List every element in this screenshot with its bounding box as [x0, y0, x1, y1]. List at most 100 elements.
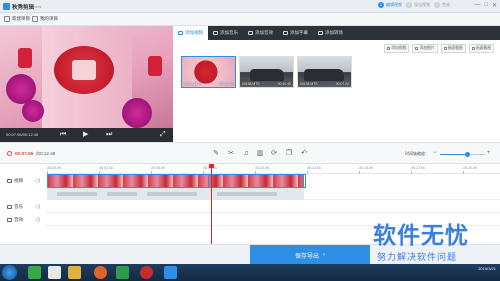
rotate-icon[interactable]: ⟳ [270, 150, 278, 158]
zoom-out-icon[interactable]: − [433, 150, 437, 156]
tab-add-video[interactable]: 添加视频 [173, 26, 208, 40]
media-panel: 添加视频 添加音乐 添加音效 添加字幕 添加转场 添加视频 添加图片 画面截图 … [173, 26, 500, 142]
watermark-title: 软件无忧 [373, 223, 469, 249]
firefox-icon[interactable] [94, 266, 107, 279]
title-bar: 秋秀剪辑 Beta 1 编辑视频 2 导出视频 3 完成 — □ ✕ [0, 0, 500, 13]
screenshot-icon [443, 47, 447, 50]
play-icon[interactable]: ▶ [83, 131, 88, 139]
car-image [304, 69, 344, 81]
undo-icon[interactable]: ↶ [300, 150, 308, 158]
volume-icon[interactable]: ◁) [34, 204, 40, 210]
my-projects-button[interactable]: 我的项目 [32, 16, 58, 22]
car-image [250, 69, 284, 81]
new-project-button[interactable]: 新建项目 [4, 16, 30, 22]
tab-add-sound-effect[interactable]: 添加音效 [243, 26, 278, 40]
zoom-fill [440, 154, 467, 155]
decoration-center [72, 60, 96, 80]
fullscreen-icon[interactable]: ⤢ [160, 131, 166, 139]
playhead-handle[interactable] [209, 164, 214, 168]
volume-icon[interactable]: ◁) [34, 178, 40, 184]
save-export-button[interactable]: 保存导出 › [250, 245, 370, 265]
my-projects-label: 我的项目 [40, 16, 58, 21]
delete-icon[interactable]: ▥ [256, 150, 264, 158]
step-label: 编辑视频 [386, 2, 402, 7]
taskbar-app-icon[interactable] [140, 266, 153, 279]
clip-thumbnail[interactable]: 00138.MTS 00:10.49 [239, 56, 294, 88]
tray-date: 2019/3/21 [478, 266, 496, 271]
tab-label: 添加转场 [325, 30, 343, 35]
clip-duration: 00:10.49 [277, 82, 291, 86]
new-project-label: 新建项目 [12, 16, 30, 21]
flower-decoration [22, 100, 44, 122]
clip-library: 00093.MTS 00:12.48 00138.MTS 00:10.49 00… [181, 56, 352, 88]
next-frame-icon[interactable]: ⏭ [106, 131, 112, 139]
previous-frame-icon[interactable]: ⏮ [60, 131, 66, 139]
video-preview[interactable] [0, 26, 173, 128]
windows-taskbar: 2019/3/21 [0, 264, 500, 281]
music-track-icon [7, 205, 12, 209]
volume-icon[interactable]: ◁) [34, 217, 40, 223]
step-indicator: 1 编辑视频 2 导出视频 3 完成 [378, 2, 450, 8]
screenshot-button[interactable]: 画面截图 [440, 44, 466, 53]
folder-icon[interactable] [68, 266, 81, 279]
watermark-subtitle: 努力解决软件问题 [377, 253, 458, 263]
screenshot-button[interactable]: 画面截图 [468, 44, 494, 53]
taskbar-app-icon[interactable] [48, 266, 61, 279]
video-editor-taskbar-icon[interactable] [164, 266, 177, 279]
timeline-ruler[interactable]: 00:00.00 00:02.50 00:05.00 00:07.50 00:10.00… [45, 164, 500, 174]
zoom-slider[interactable] [440, 152, 485, 157]
step-done[interactable]: 3 完成 [434, 2, 450, 8]
transition-icon [318, 31, 323, 35]
clip-thumbnail[interactable]: 00093.MTS 00:12.48 [181, 56, 236, 88]
ruler-tick-label: 00:10.00 [255, 166, 269, 170]
zoom-label: 时间轴缩放： [405, 151, 429, 156]
step-number: 1 [378, 2, 384, 8]
taskbar-app-icon[interactable] [28, 266, 41, 279]
audio-waveform[interactable] [47, 188, 304, 200]
waveform-segment [217, 192, 277, 196]
copy-icon[interactable]: ❐ [285, 150, 293, 158]
music-track[interactable] [45, 201, 500, 213]
image-icon [415, 47, 419, 50]
step-edit[interactable]: 1 编辑视频 [378, 2, 402, 8]
start-button[interactable] [2, 265, 17, 280]
clip-duration: 00:07.20 [335, 82, 349, 86]
track-name: 音效 [14, 217, 24, 222]
add-video-button[interactable]: 添加视频 [384, 44, 410, 53]
step-export[interactable]: 2 导出视频 [406, 2, 430, 8]
tab-add-transition[interactable]: 添加转场 [313, 26, 348, 40]
sound-effect-track-icon [7, 218, 12, 222]
clip-name: 00093.MTS [184, 82, 202, 86]
ruler-tick-label: 00:12.50 [307, 166, 321, 170]
taskbar-app-icon[interactable] [116, 266, 129, 279]
tool-label: 画面截图 [447, 46, 463, 50]
zoom-in-icon[interactable]: + [487, 150, 491, 156]
selected-clip[interactable] [208, 174, 306, 188]
bell-icon[interactable]: ♫ [242, 150, 250, 158]
maximize-icon[interactable]: □ [484, 2, 488, 9]
minimize-icon[interactable]: — [474, 2, 480, 9]
zoom-handle[interactable] [464, 152, 470, 157]
timeline-time: 00:07.96 /00:12.48 [7, 151, 55, 156]
knot-decoration [18, 48, 32, 68]
tab-label: 添加视频 [185, 30, 203, 35]
edit-pencil-icon[interactable]: ✎ [212, 150, 220, 158]
add-image-button[interactable]: 添加图片 [412, 44, 438, 53]
app-beta-badge: Beta [33, 4, 42, 9]
split-scissors-icon[interactable]: ✂ [227, 150, 235, 158]
close-icon[interactable]: ✕ [492, 2, 497, 9]
system-clock[interactable]: 2019/3/21 [478, 266, 496, 272]
tab-add-music[interactable]: 添加音乐 [208, 26, 243, 40]
tool-label: 添加视频 [391, 46, 407, 50]
current-time: 00:07.96 [15, 151, 34, 156]
video-track-icon [7, 179, 12, 183]
step-number: 3 [434, 2, 440, 8]
tool-label: 画面截图 [475, 46, 491, 50]
playhead[interactable] [209, 164, 214, 244]
ruler-tick-label: 00:15.00 [359, 166, 373, 170]
clip-name: 00138.MTS [242, 82, 260, 86]
clip-thumbnail[interactable]: 00136.MTS 00:07.20 [297, 56, 352, 88]
tab-add-subtitle[interactable]: 添加字幕 [278, 26, 313, 40]
music-track-label: 音乐 ◁) [0, 201, 45, 213]
video-clip-strip[interactable] [47, 174, 306, 188]
